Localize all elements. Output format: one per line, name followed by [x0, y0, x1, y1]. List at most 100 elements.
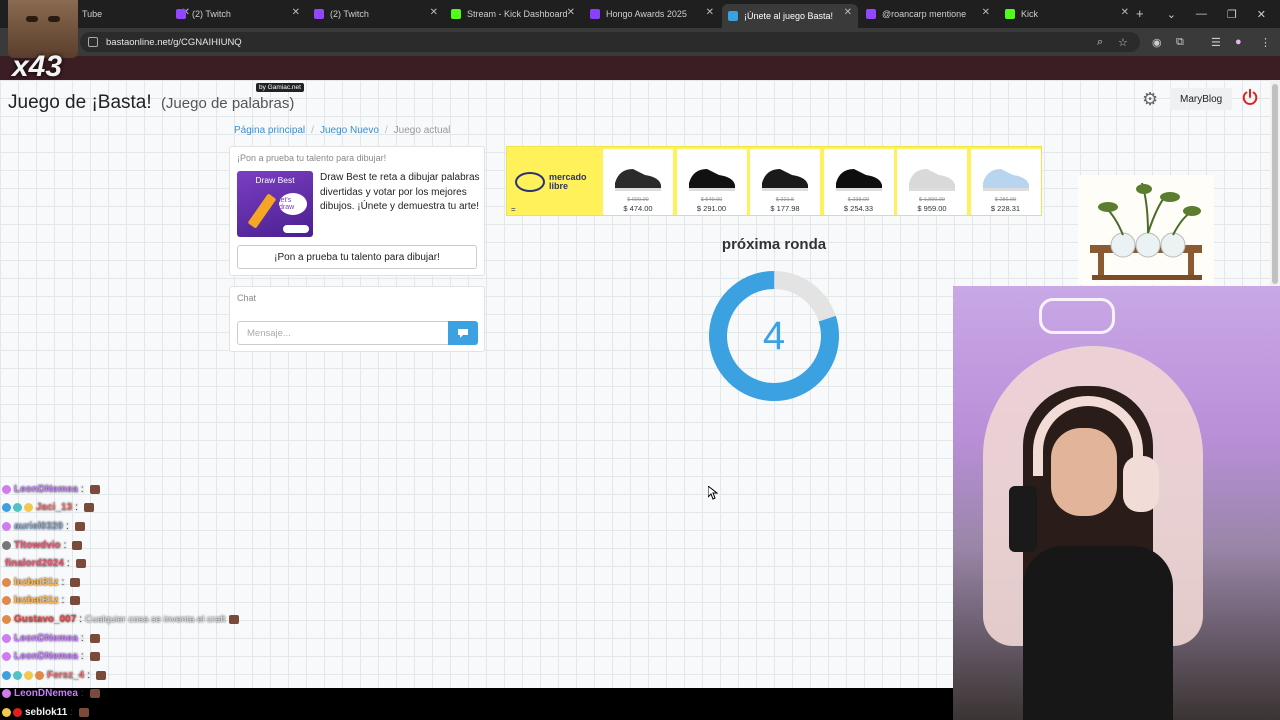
chat-badge-icon: [2, 652, 11, 662]
browser-tab-label: Hongo Awards 2025: [606, 9, 687, 19]
menu-icon[interactable]: ⋮: [1260, 36, 1271, 49]
window-controls: ⌄ — ❐ ✕: [1167, 0, 1280, 28]
neon-sign: [1039, 298, 1115, 334]
tab-search-icon[interactable]: ☰: [1211, 36, 1221, 49]
close-tab-icon[interactable]: ✕: [430, 7, 438, 18]
close-tab-icon[interactable]: ✕: [844, 7, 852, 18]
site-info-icon[interactable]: [88, 37, 98, 47]
chat-line: LeonDNemea:: [2, 629, 302, 648]
browser-tab-label: Stream - Kick Dashboard: [467, 9, 568, 19]
chat-emote-icon: [79, 707, 90, 717]
chat-badge-icon: [2, 614, 11, 624]
scrollbar-thumb[interactable]: [1272, 84, 1278, 284]
product-image: [903, 155, 961, 195]
ad-product-item[interactable]: $ 600.00 $ 474.00: [603, 149, 673, 215]
power-logout-icon[interactable]: [1241, 88, 1259, 106]
chat-line: seblok11:: [2, 703, 302, 720]
plant-stand-ad[interactable]: [1078, 175, 1214, 285]
mercado-libre-ad-banner[interactable]: mercado libre = $ 600.00 $ 474.00 $ 549.00 $…: [506, 146, 1042, 216]
breadcrumb-new-game-link[interactable]: Juego Nuevo: [320, 125, 379, 136]
settings-gear-icon[interactable]: ⚙: [1142, 89, 1158, 110]
chat-username: LeonDNemea: [14, 632, 78, 644]
chat-badge-icon: [13, 670, 22, 680]
close-tab-icon[interactable]: ✕: [1121, 7, 1129, 18]
ad-product-item[interactable]: $ 286.00 $ 228.31: [970, 149, 1041, 215]
minimize-icon[interactable]: —: [1196, 8, 1207, 20]
chat-emote-icon: [89, 652, 100, 662]
mercado-libre-logo: mercado libre: [515, 167, 595, 197]
address-bar: ← → bastaonline.net/g/CGNAIHIUNQ ⌕ ☆ ◉ ⧉…: [0, 28, 1280, 56]
collapse-icon[interactable]: ⌄: [1167, 8, 1176, 21]
close-tab-icon[interactable]: ✕: [706, 7, 714, 18]
draw-promo-button[interactable]: ¡Pon a prueba tu talento para dibujar!: [237, 245, 477, 269]
chat-emote-icon: [89, 689, 100, 699]
product-old-price: $ 286.00: [994, 197, 1017, 203]
browser-tab[interactable]: (2) Twitch ✕: [308, 4, 444, 24]
product-image: [609, 155, 667, 195]
chat-line: LeonDNemea:: [2, 647, 302, 666]
chat-username: Tltowdvio: [14, 539, 61, 551]
extension-icon[interactable]: ◉: [1152, 36, 1162, 49]
chat-emote-icon: [89, 484, 100, 494]
browser-tab-label: (2) Twitch: [192, 9, 231, 19]
gamiac-badge[interactable]: by Gamiac.net: [256, 83, 304, 92]
avatar-eye-left: [26, 16, 38, 22]
chat-badge-icon: [24, 670, 33, 680]
close-tab-icon[interactable]: ✕: [982, 7, 990, 18]
close-tab-icon[interactable]: ✕: [567, 7, 575, 18]
zoom-icon[interactable]: ⌕: [1097, 36, 1103, 49]
streamer-body: [1023, 546, 1173, 720]
chat-line: LeonDNemea:: [2, 685, 302, 704]
url-field[interactable]: bastaonline.net/g/CGNAIHIUNQ: [80, 32, 1140, 52]
product-price: $ 474.00: [623, 204, 653, 213]
restore-icon[interactable]: ❐: [1227, 8, 1237, 21]
username-button[interactable]: MaryBlog: [1170, 88, 1233, 110]
chat-line: auriel0320:: [2, 517, 302, 536]
ad-product-item[interactable]: $ 549.00 $ 291.00: [676, 149, 747, 215]
chat-line: LeonDNemea:: [2, 480, 302, 499]
browser-tab[interactable]: ¡Únete al juego Basta! ✕: [722, 4, 858, 28]
chat-badge-icon: [35, 670, 44, 680]
chat-line: lezbat31z:: [2, 573, 302, 592]
speech-bubble-icon: let's draw: [279, 193, 307, 215]
browser-tab[interactable]: @roancarp mentione ✕: [860, 4, 996, 24]
product-old-price: $ 221.5: [775, 197, 795, 203]
chat-badges: [2, 540, 11, 550]
pencil-icon: [247, 193, 277, 229]
streamer-webcam: [953, 286, 1280, 720]
ad-product-item[interactable]: $ 1,890.00 $ 959.00: [897, 149, 967, 215]
product-price: $ 177.98: [770, 204, 800, 213]
chat-emote-icon: [89, 633, 100, 643]
handshake-icon: [515, 172, 545, 192]
chat-send-button[interactable]: [448, 321, 478, 345]
chat-username: finalord2024: [5, 558, 64, 570]
new-tab-button[interactable]: +: [1136, 6, 1144, 21]
profile-icon[interactable]: ●: [1235, 36, 1242, 48]
close-window-icon[interactable]: ✕: [1257, 8, 1266, 21]
bookmark-star-icon[interactable]: ☆: [1118, 36, 1128, 49]
chat-panel: Chat Mensaje...: [229, 286, 485, 352]
mercado-libre-wordmark: mercado libre: [549, 172, 587, 191]
browser-tab[interactable]: Hongo Awards 2025 ✕: [584, 4, 720, 24]
chat-badge-icon: [2, 484, 11, 494]
product-image: [683, 155, 741, 195]
stream-multiplier: x43: [12, 50, 63, 83]
ad-product-item[interactable]: $ 238.00 $ 254.33: [823, 149, 894, 215]
chat-username: Jaci_13: [36, 502, 73, 514]
chat-message-input[interactable]: Mensaje...: [237, 321, 449, 345]
ad-product-item[interactable]: $ 221.5 $ 177.98: [750, 149, 820, 215]
close-tab-icon[interactable]: ✕: [292, 7, 300, 18]
browser-tab-label: (2) Twitch: [330, 9, 369, 19]
chat-badges: [2, 614, 11, 624]
chat-badges: [2, 633, 11, 643]
browser-tab[interactable]: Kick ✕: [999, 4, 1135, 24]
browser-tab-bar: Tube✕(2) Twitch✕(2) Twitch✕Stream - Kick…: [0, 0, 1280, 28]
puzzle-icon[interactable]: ⧉: [1176, 36, 1184, 49]
browser-tab[interactable]: Stream - Kick Dashboard ✕: [445, 4, 581, 24]
chat-line: finalord2024:: [2, 554, 302, 573]
browser-tab[interactable]: (2) Twitch ✕: [170, 4, 306, 24]
draw-best-image[interactable]: Draw Best let's draw: [237, 171, 313, 237]
breadcrumb-home-link[interactable]: Página principal: [234, 125, 305, 136]
chat-message: Cualquier cosa se inventa el craft: [85, 613, 226, 625]
chat-emote-icon: [228, 614, 239, 624]
